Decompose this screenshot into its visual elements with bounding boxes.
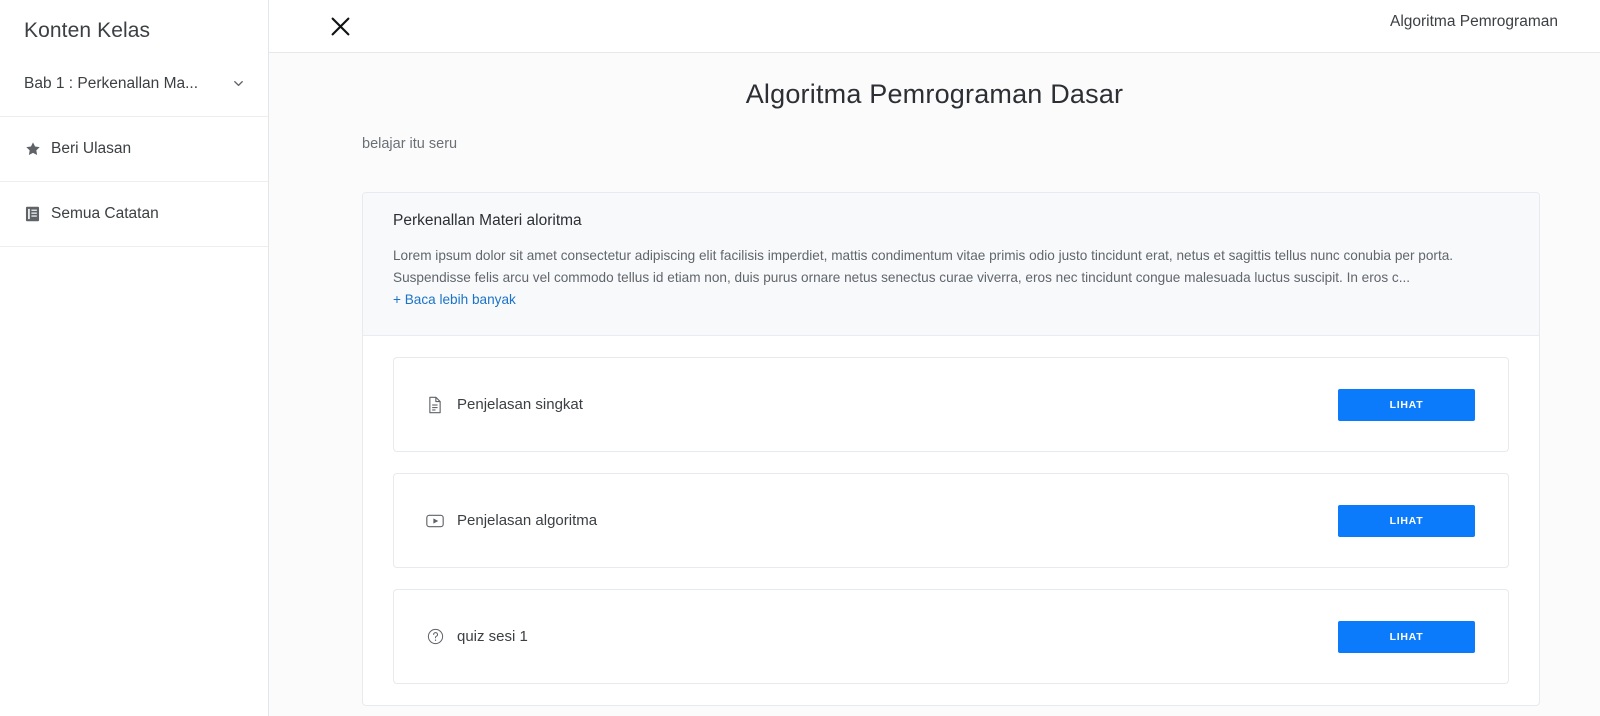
chevron-down-icon[interactable]: [230, 76, 246, 92]
page-subtitle: belajar itu seru: [362, 136, 458, 152]
section-description-text: Lorem ipsum dolor sit amet consectetur a…: [393, 248, 1454, 285]
course-content-card: Perkenallan Materi aloritma Lorem ipsum …: [362, 192, 1540, 706]
lesson-row-left: Penjelasan algoritma: [426, 512, 597, 530]
read-more-link[interactable]: + Baca lebih banyak: [393, 292, 516, 307]
topbar-title: Algoritma Pemrograman: [1390, 13, 1558, 30]
sidebar-chapter-bab-1[interactable]: Bab 1 : Perkenallan Ma...: [0, 51, 268, 117]
section-header: Perkenallan Materi aloritma Lorem ipsum …: [363, 193, 1539, 336]
lesson-row-left: Penjelasan singkat: [426, 396, 583, 414]
section-description: Lorem ipsum dolor sit amet consectetur a…: [393, 245, 1511, 311]
sidebar-item-semua-catatan[interactable]: Semua Catatan: [0, 182, 268, 247]
lesson-row-label: Penjelasan singkat: [457, 396, 583, 413]
content-scroll-area[interactable]: Algoritma Pemrograman Dasar belajar itu …: [269, 53, 1600, 716]
section-title: Perkenallan Materi aloritma: [393, 212, 582, 229]
lesson-row-label: Penjelasan algoritma: [457, 512, 598, 529]
lihat-button[interactable]: LIHAT: [1338, 620, 1475, 653]
page-title: Algoritma Pemrograman Dasar: [745, 79, 1124, 109]
sidebar-item-label: Beri Ulasan: [51, 140, 132, 157]
sidebar-item-label: Semua Catatan: [51, 205, 159, 222]
lesson-row[interactable]: Penjelasan algoritma LIHAT: [393, 473, 1509, 568]
star-icon: [24, 141, 41, 158]
lihat-button[interactable]: LIHAT: [1338, 504, 1475, 537]
lesson-row-label: quiz sesi 1: [457, 628, 528, 645]
question-circle-icon: [426, 628, 444, 646]
book-icon: [24, 206, 41, 223]
lihat-button[interactable]: LIHAT: [1338, 388, 1475, 421]
document-icon: [426, 396, 444, 414]
video-icon: [426, 512, 444, 530]
sidebar-chapter-label: Bab 1 : Perkenallan Ma...: [24, 74, 199, 92]
app-root: Konten Kelas Bab 1 : Perkenallan Ma... B…: [0, 0, 1600, 716]
lesson-row-left: quiz sesi 1: [426, 628, 528, 646]
main-area: Algoritma Pemrograman Algoritma Pemrogra…: [269, 0, 1600, 716]
sidebar: Konten Kelas Bab 1 : Perkenallan Ma... B…: [0, 0, 269, 716]
sidebar-title: Konten Kelas: [24, 19, 151, 42]
topbar: Algoritma Pemrograman: [269, 0, 1600, 53]
lesson-row-list: Penjelasan singkat LIHAT Penjelasan algo…: [363, 336, 1539, 684]
lesson-row[interactable]: quiz sesi 1 LIHAT: [393, 589, 1509, 684]
lesson-row[interactable]: Penjelasan singkat LIHAT: [393, 357, 1509, 452]
close-icon[interactable]: [325, 11, 355, 41]
sidebar-item-beri-ulasan[interactable]: Beri Ulasan: [0, 117, 268, 182]
